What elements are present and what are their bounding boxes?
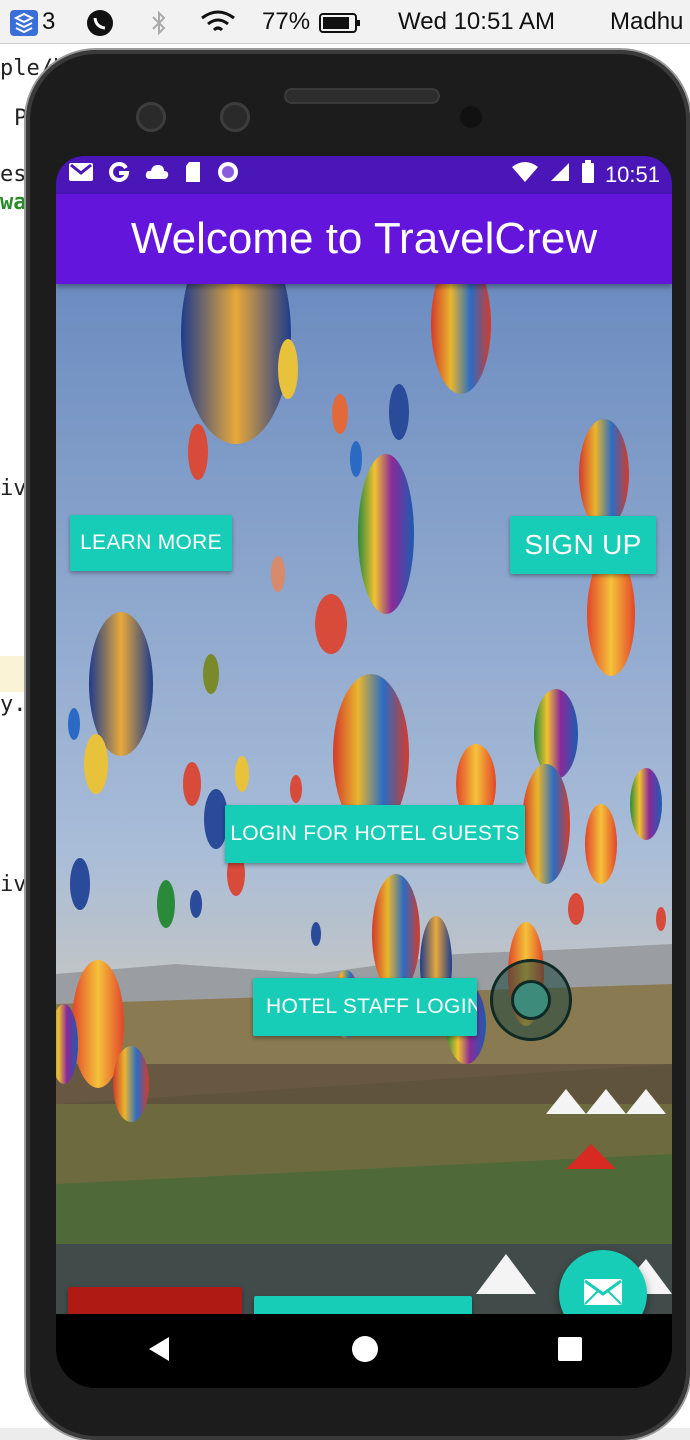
phone-emulator-frame: 10:51 Welcome to TravelCrew LEARN MORE S… xyxy=(26,50,690,1440)
clock[interactable]: Wed 10:51 AM xyxy=(398,8,555,36)
android-navigation-bar xyxy=(56,1314,672,1388)
app-title-bar: Welcome to TravelCrew xyxy=(56,194,672,284)
wifi-signal-icon xyxy=(511,161,539,189)
recents-icon[interactable] xyxy=(557,1336,583,1367)
stack-icon[interactable] xyxy=(8,8,40,45)
record-icon xyxy=(216,160,240,190)
app-title: Welcome to TravelCrew xyxy=(130,214,598,263)
google-icon xyxy=(108,161,130,189)
cell-signal-icon xyxy=(549,161,571,189)
cloud-icon xyxy=(144,162,170,188)
android-status-bar: 10:51 xyxy=(56,156,672,194)
battery-percent: 77% xyxy=(262,8,311,35)
learn-more-button[interactable]: LEARN MORE xyxy=(70,515,232,571)
home-icon[interactable] xyxy=(351,1335,379,1368)
ide-fragment: wa xyxy=(0,190,27,215)
touch-indicator xyxy=(490,959,572,1041)
back-icon[interactable] xyxy=(145,1335,173,1368)
bluetooth-icon[interactable] xyxy=(150,8,168,45)
hotel-staff-login-button[interactable]: HOTEL STAFF LOGIN xyxy=(253,978,477,1036)
status-time: 10:51 xyxy=(604,162,660,187)
front-camera-icon xyxy=(136,102,166,132)
gmail-icon xyxy=(68,161,94,189)
proximity-sensor xyxy=(460,106,482,128)
front-camera-icon xyxy=(220,102,250,132)
sd-card-icon xyxy=(184,161,202,189)
mac-menu-bar: 3 77% Wed 10:51 AM Madhu xyxy=(0,0,690,44)
viber-icon[interactable] xyxy=(84,8,116,45)
mail-icon xyxy=(583,1277,623,1312)
device-screen: 10:51 Welcome to TravelCrew LEARN MORE S… xyxy=(56,156,672,1388)
battery-icon[interactable] xyxy=(318,8,364,45)
app-badge-count: 3 xyxy=(42,8,56,35)
user-name[interactable]: Madhu xyxy=(610,8,683,36)
login-hotel-guests-button[interactable]: LOGIN FOR HOTEL GUESTS xyxy=(225,805,525,863)
hot-air-balloons-background-image xyxy=(56,284,672,1314)
touch-indicator-dot xyxy=(511,980,551,1020)
sign-up-button[interactable]: SIGN UP xyxy=(510,516,656,574)
battery-icon xyxy=(581,160,595,190)
main-content: LEARN MORE SIGN UP LOGIN FOR HOTEL GUEST… xyxy=(56,284,672,1314)
ide-fragment: y. xyxy=(0,692,27,717)
earpiece-speaker xyxy=(284,88,440,104)
wifi-icon[interactable] xyxy=(198,8,238,45)
